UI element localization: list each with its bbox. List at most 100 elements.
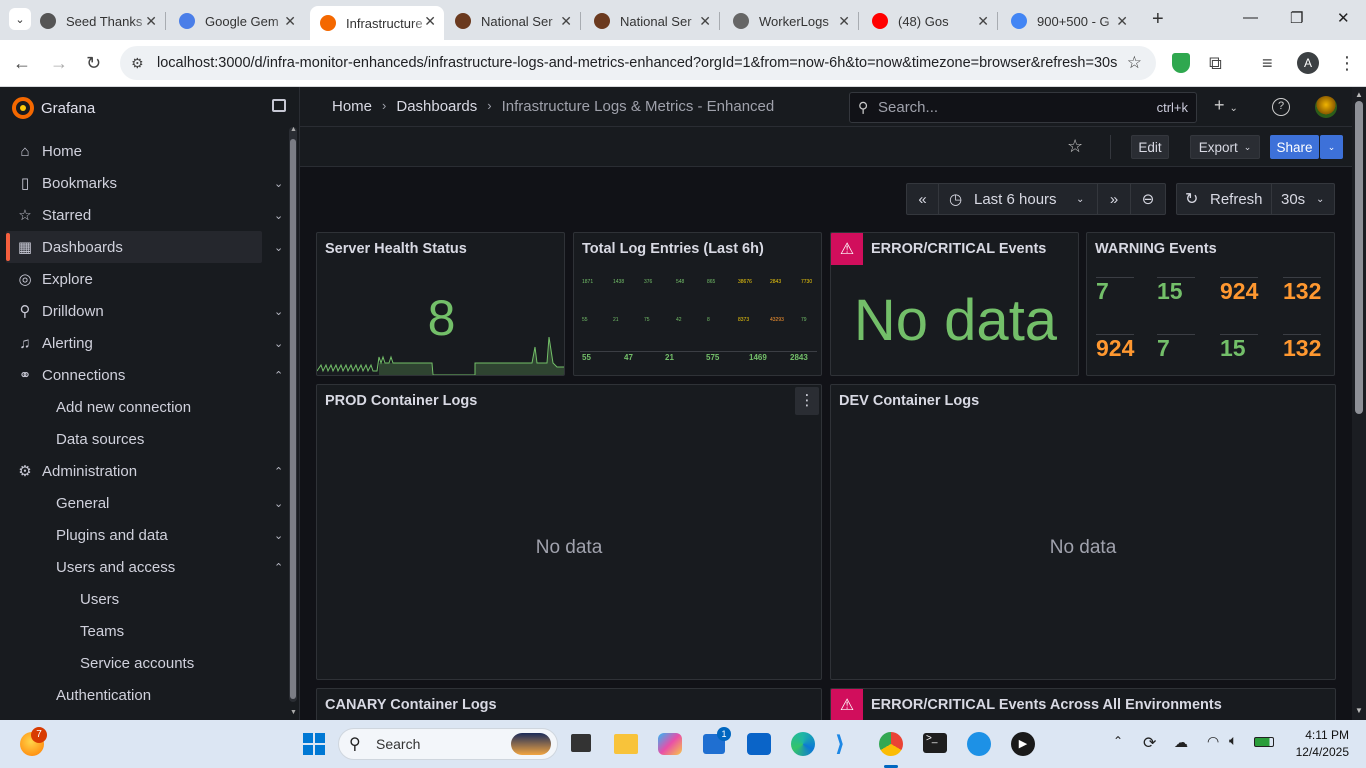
chevron-down-icon[interactable]: ⌄ bbox=[274, 529, 283, 542]
media-control-icon[interactable]: ≡ bbox=[1262, 53, 1273, 74]
search-input[interactable]: ⚲ Search... ctrl+k bbox=[849, 92, 1197, 123]
minimize-icon[interactable]: — bbox=[1243, 9, 1258, 26]
panel-total-log-entries[interactable]: Total Log Entries (Last 6h) 1871 1438 376 5… bbox=[573, 232, 822, 376]
chevron-down-icon[interactable]: ⌄ bbox=[274, 337, 283, 350]
sidebar-scroll-down[interactable]: ▼ bbox=[290, 709, 297, 716]
sidebar-item-users[interactable]: Users bbox=[0, 583, 290, 615]
time-shift-forward-button[interactable]: » bbox=[1097, 183, 1131, 215]
tab-close-icon[interactable]: ✕ bbox=[145, 13, 157, 30]
close-window-icon[interactable]: ✕ bbox=[1337, 9, 1350, 27]
browser-tab[interactable]: Infrastructure ✕ bbox=[310, 6, 444, 40]
chevron-down-icon[interactable]: ⌄ bbox=[274, 177, 283, 190]
add-new-icon[interactable]: + ⌄ bbox=[1214, 95, 1238, 116]
export-button[interactable]: Export ⌄ bbox=[1190, 135, 1260, 159]
sidebar-item-alerting[interactable]: ♫ Alerting ⌄ bbox=[0, 327, 290, 359]
wifi-icon[interactable]: ◠ bbox=[1207, 733, 1219, 750]
page-scrollbar-thumb[interactable] bbox=[1355, 101, 1363, 414]
battery-icon[interactable] bbox=[1254, 737, 1274, 747]
sync-icon[interactable]: ⟳ bbox=[1143, 733, 1156, 753]
sidebar-item-dashboards[interactable]: ▦ Dashboards ⌄ bbox=[6, 231, 283, 263]
sidebar-item-home[interactable]: ⌂ Home bbox=[0, 135, 290, 167]
tab-search-button[interactable]: ⌄ bbox=[9, 8, 31, 30]
breadcrumb-dashboards[interactable]: Dashboards bbox=[396, 98, 477, 115]
sidebar-item-starred[interactable]: ☆ Starred ⌄ bbox=[0, 199, 290, 231]
clock-date[interactable]: 12/4/2025 bbox=[1283, 745, 1349, 759]
mark-favorite-icon[interactable]: ☆ bbox=[1067, 136, 1083, 157]
back-icon[interactable]: ← bbox=[13, 53, 31, 74]
media-player-icon[interactable]: ▶ bbox=[1011, 732, 1035, 756]
clock-time[interactable]: 4:11 PM bbox=[1291, 728, 1349, 742]
edit-button[interactable]: Edit bbox=[1131, 135, 1169, 159]
taskbar-search[interactable]: ⚲ Search bbox=[338, 728, 558, 760]
browser-tab[interactable]: Seed Thanks ✕ bbox=[30, 6, 165, 36]
site-info-icon[interactable]: ⚙ bbox=[131, 55, 144, 72]
sidebar-item-service-accounts[interactable]: Service accounts bbox=[0, 647, 290, 679]
docker-icon[interactable] bbox=[967, 732, 991, 756]
tab-close-icon[interactable]: ✕ bbox=[1116, 13, 1128, 30]
sidebar-scrollbar-thumb[interactable] bbox=[290, 139, 296, 699]
sidebar-item-users-and-access[interactable]: Users and access ⌃ bbox=[0, 551, 290, 583]
scroll-down-icon[interactable]: ▼ bbox=[1355, 706, 1363, 715]
forward-icon[interactable]: → bbox=[50, 53, 68, 74]
tab-close-icon[interactable]: ✕ bbox=[284, 13, 296, 30]
share-dropdown-button[interactable]: ⌄ bbox=[1320, 135, 1343, 159]
sidebar-item-explore[interactable]: ◎ Explore bbox=[0, 263, 290, 295]
bookmark-star-icon[interactable]: ☆ bbox=[1127, 53, 1142, 73]
browser-tab[interactable]: Google Gem ✕ bbox=[169, 6, 304, 36]
tab-close-icon[interactable]: ✕ bbox=[977, 13, 989, 30]
grafana-brand[interactable]: Grafana bbox=[12, 97, 95, 119]
refresh-interval-picker[interactable]: 30s ⌄ bbox=[1271, 183, 1335, 215]
sidebar-item-plugins-and-data[interactable]: Plugins and data ⌄ bbox=[0, 519, 290, 551]
breadcrumb-home[interactable]: Home bbox=[332, 98, 372, 115]
sidebar-item-data-sources[interactable]: Data sources bbox=[0, 423, 290, 455]
task-view-icon[interactable] bbox=[571, 734, 591, 752]
tab-close-icon[interactable]: ✕ bbox=[560, 13, 572, 30]
sidebar-item-add-new-connection[interactable]: Add new connection bbox=[0, 391, 290, 423]
browser-menu-icon[interactable]: ⋮ bbox=[1338, 53, 1356, 74]
browser-tab[interactable]: 900+500 - G ✕ bbox=[1001, 6, 1136, 36]
onedrive-icon[interactable]: ☁ bbox=[1174, 734, 1188, 751]
extensions-icon[interactable]: ⧉ bbox=[1209, 53, 1222, 74]
time-shift-back-button[interactable]: « bbox=[906, 183, 939, 215]
tab-close-icon[interactable]: ✕ bbox=[424, 13, 436, 30]
reload-icon[interactable]: ↻ bbox=[86, 53, 101, 74]
panel-warning-events[interactable]: WARNING Events 7 15 924 132 924 7 15 132 bbox=[1086, 232, 1335, 376]
sidebar-item-bookmarks[interactable]: ▯ Bookmarks ⌄ bbox=[0, 167, 290, 199]
share-button[interactable]: Share bbox=[1270, 135, 1319, 159]
browser-tab[interactable]: National Ser ✕ bbox=[584, 6, 719, 36]
chevron-up-icon[interactable]: ⌃ bbox=[274, 369, 283, 382]
start-button[interactable] bbox=[303, 733, 325, 755]
scroll-up-icon[interactable]: ▲ bbox=[1355, 90, 1363, 99]
chevron-down-icon[interactable]: ⌄ bbox=[274, 241, 283, 254]
browser-tab[interactable]: (48) Gos ✕ bbox=[862, 6, 997, 36]
sidebar-item-connections[interactable]: ⚭ Connections ⌃ bbox=[0, 359, 290, 391]
outlook-icon[interactable] bbox=[747, 733, 771, 755]
browser-tab[interactable]: National Ser ✕ bbox=[445, 6, 580, 36]
panel-server-health[interactable]: Server Health Status 8 bbox=[316, 232, 565, 376]
profile-avatar[interactable]: A bbox=[1297, 52, 1319, 74]
sidebar-item-general[interactable]: General ⌄ bbox=[0, 487, 290, 519]
sidebar-item-administration[interactable]: ⚙ Administration ⌃ bbox=[0, 455, 290, 487]
panel-prod-container-logs[interactable]: PROD Container Logs ⋮ No data bbox=[316, 384, 822, 680]
shield-extension-icon[interactable] bbox=[1172, 53, 1190, 73]
chevron-down-icon[interactable]: ⌄ bbox=[274, 497, 283, 510]
vscode-icon[interactable]: ⟩ bbox=[835, 732, 859, 756]
chrome-icon[interactable] bbox=[879, 732, 903, 756]
sidebar-scroll-up[interactable]: ▲ bbox=[290, 126, 297, 133]
new-tab-button[interactable]: + bbox=[1152, 8, 1164, 31]
panel-error-critical[interactable]: ⚠ ERROR/CRITICAL Events No data bbox=[830, 232, 1079, 376]
chevron-down-icon[interactable]: ⌄ bbox=[274, 209, 283, 222]
zoom-out-button[interactable]: ⊖ bbox=[1130, 183, 1166, 215]
help-icon[interactable]: ? bbox=[1272, 98, 1290, 116]
dock-menu-icon[interactable] bbox=[272, 99, 286, 112]
browser-tab[interactable]: WorkerLogs ✕ bbox=[723, 6, 858, 36]
maximize-icon[interactable]: ❐ bbox=[1290, 9, 1303, 27]
chevron-down-icon[interactable]: ⌄ bbox=[274, 305, 283, 318]
copilot-icon[interactable] bbox=[658, 733, 682, 755]
sidebar-item-teams[interactable]: Teams bbox=[0, 615, 290, 647]
terminal-icon[interactable]: >_ bbox=[923, 733, 947, 753]
tab-close-icon[interactable]: ✕ bbox=[838, 13, 850, 30]
panel-dev-container-logs[interactable]: DEV Container Logs No data bbox=[830, 384, 1336, 680]
chevron-up-icon[interactable]: ⌃ bbox=[274, 465, 283, 478]
file-explorer-icon[interactable] bbox=[614, 734, 638, 754]
